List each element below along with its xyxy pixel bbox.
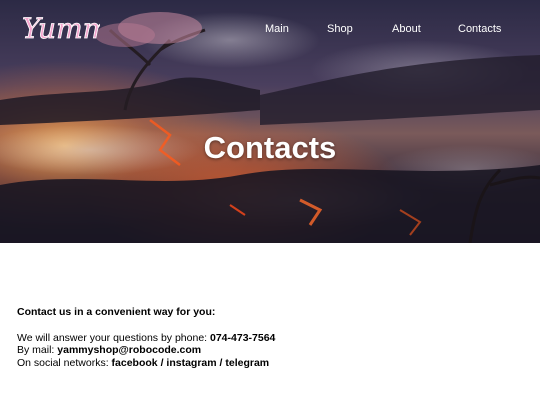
- instagram-link[interactable]: instagram: [166, 357, 216, 369]
- mail-label: By mail:: [17, 344, 58, 357]
- nav-link-contacts[interactable]: Contacts: [458, 23, 501, 35]
- page-title: Contacts: [203, 130, 337, 165]
- social-label: On social networks:: [17, 356, 112, 369]
- mail-line: By mail: yammyshop@robocode.com: [17, 344, 275, 356]
- phone-number[interactable]: 074-473-7564: [210, 332, 275, 344]
- phone-line: We will answer your questions by phone: …: [17, 332, 275, 344]
- main-nav: Main Shop About Contacts: [0, 23, 540, 37]
- nav-link-shop[interactable]: Shop: [327, 23, 353, 35]
- facebook-link[interactable]: facebook: [112, 357, 158, 369]
- social-line: On social networks: facebook / instagram…: [17, 357, 275, 369]
- contacts-section: Contact us in a convenient way for you: …: [17, 306, 275, 369]
- telegram-link[interactable]: telegram: [225, 357, 269, 369]
- email-address[interactable]: yammyshop@robocode.com: [57, 344, 201, 356]
- nav-link-about[interactable]: About: [392, 23, 421, 35]
- hero-banner: Yummy Main Shop About Contacts Contacts: [0, 0, 540, 243]
- contacts-intro: Contact us in a convenient way for you:: [17, 306, 216, 318]
- nav-link-main[interactable]: Main: [265, 23, 289, 35]
- phone-label: We will answer your questions by phone:: [17, 332, 210, 345]
